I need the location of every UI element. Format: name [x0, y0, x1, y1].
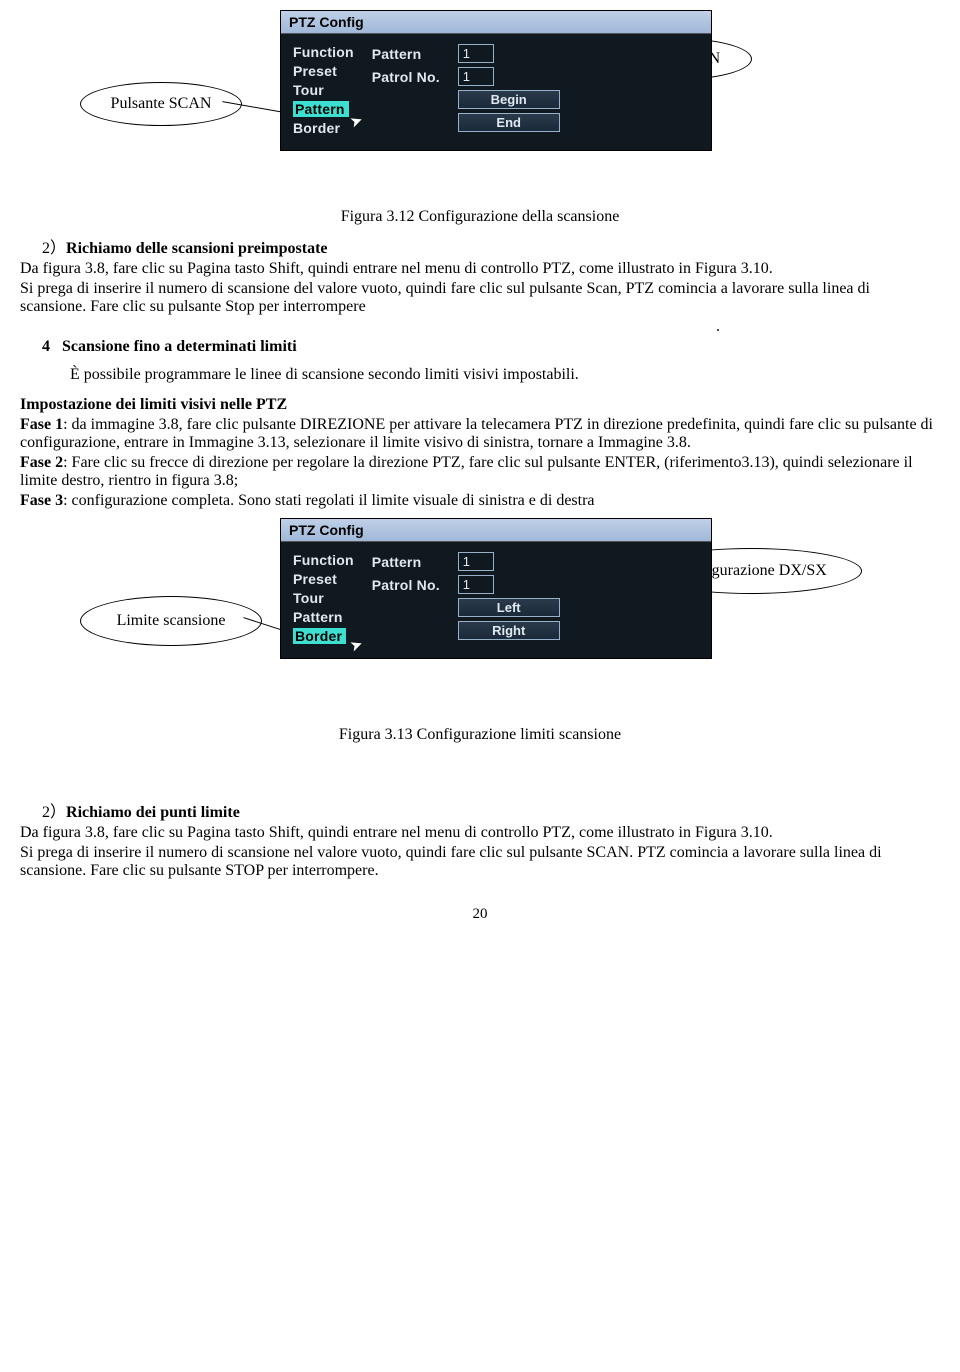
- ptz-row-pattern: Pattern 1: [372, 44, 699, 63]
- ptz-left-col: Function Preset Tour Pattern Border ➤: [293, 44, 354, 136]
- phase-2-label: Fase 2: [20, 454, 63, 471]
- phase-1-label: Fase 1: [20, 416, 63, 433]
- ptz-row-left: Left: [372, 598, 699, 617]
- heading-limits: Impostazione dei limiti visivi nelle PTZ: [20, 396, 940, 414]
- ptz-menu-tour[interactable]: Tour: [293, 82, 354, 98]
- ptz-left-col: Function Preset Tour Pattern Border ➤: [293, 552, 354, 644]
- section-2b-title: Richiamo dei punti limite: [66, 804, 240, 821]
- section-2-num: 2）: [42, 240, 66, 257]
- ptz-menu-preset[interactable]: Preset: [293, 63, 354, 79]
- ptz-field-patrol-label: Patrol No.: [372, 577, 450, 593]
- ptz-body: Function Preset Tour Pattern Border ➤ Pa…: [281, 542, 711, 658]
- ptz-body: Function Preset Tour Pattern Border ➤ Pa…: [281, 34, 711, 150]
- paragraph-2c: .: [20, 318, 720, 336]
- ptz-row-patrol: Patrol No. 1: [372, 67, 699, 86]
- paragraph-bot1: Da figura 3.8, fare clic su Pagina tasto…: [20, 824, 940, 842]
- ptz-field-patrol-value[interactable]: 1: [458, 67, 494, 86]
- ptz-menu-function[interactable]: Function: [293, 552, 354, 568]
- ptz-figure-2: Configurazione DX/SX Limite scansione PT…: [20, 518, 940, 708]
- ptz-field-pattern-value[interactable]: 1: [458, 552, 494, 571]
- section-4-header: 4 Scansione fino a determinati limiti: [42, 338, 940, 356]
- left-button[interactable]: Left: [458, 598, 560, 617]
- figure-caption-1: Figura 3.12 Configurazione della scansio…: [20, 208, 940, 226]
- paragraph-bot2: Si prega di inserire il numero di scansi…: [20, 844, 940, 880]
- callout-limit-text: Limite scansione: [117, 612, 226, 630]
- phase-3-label: Fase 3: [20, 492, 63, 509]
- page-number: 20: [20, 906, 940, 923]
- section-4-num: 4: [42, 338, 50, 355]
- phase-1-para: Fase 1: da immagine 3.8, fare clic pulsa…: [20, 416, 940, 452]
- section-2-header: 2）Richiamo delle scansioni preimpostate: [42, 234, 940, 258]
- ptz-row-patrol: Patrol No. 1: [372, 575, 699, 594]
- section-4-title: Scansione fino a determinati limiti: [62, 338, 297, 355]
- phase-1-text: : da immagine 3.8, fare clic pulsante DI…: [20, 416, 933, 451]
- end-button[interactable]: End: [458, 113, 560, 132]
- cursor-icon: ➤: [347, 634, 365, 655]
- ptz-row-end: End: [372, 113, 699, 132]
- ptz-config-window-2: PTZ Config Function Preset Tour Pattern …: [280, 518, 712, 659]
- ptz-right-col: Pattern 1 Patrol No. 1 Left Right: [372, 552, 699, 644]
- ptz-menu-preset[interactable]: Preset: [293, 571, 354, 587]
- phase-2-para: Fase 2: Fare clic su frecce di direzione…: [20, 454, 940, 490]
- section-2b-num: 2）: [42, 804, 66, 821]
- callout-limit: Limite scansione: [80, 596, 262, 646]
- ptz-field-patrol-label: Patrol No.: [372, 69, 450, 85]
- ptz-field-pattern-value[interactable]: 1: [458, 44, 494, 63]
- ptz-menu-pattern[interactable]: Pattern: [293, 609, 354, 625]
- ptz-right-col: Pattern 1 Patrol No. 1 Begin End: [372, 44, 699, 136]
- ptz-row-right: Right: [372, 621, 699, 640]
- phase-3-text: : configurazione completa. Sono stati re…: [63, 492, 594, 509]
- ptz-menu-pattern[interactable]: Pattern: [293, 101, 349, 117]
- figure-caption-2: Figura 3.13 Configurazione limiti scansi…: [20, 726, 940, 744]
- callout-scan-button: Pulsante SCAN: [80, 82, 242, 126]
- ptz-field-patrol-value[interactable]: 1: [458, 575, 494, 594]
- ptz-titlebar: PTZ Config: [281, 11, 711, 34]
- ptz-menu-border[interactable]: Border: [293, 628, 346, 644]
- phase-3-para: Fase 3: configurazione completa. Sono st…: [20, 492, 940, 510]
- paragraph-4a: È possibile programmare le linee di scan…: [70, 366, 940, 384]
- callout-scan-button-text: Pulsante SCAN: [111, 95, 212, 113]
- ptz-field-pattern-label: Pattern: [372, 554, 450, 570]
- phase-2-text: : Fare clic su frecce di direzione per r…: [20, 454, 913, 489]
- ptz-menu-border[interactable]: Border: [293, 120, 354, 136]
- ptz-figure-1: Valore SCAN Pulsante SCAN PTZ Config Fun…: [20, 10, 940, 190]
- paragraph-2a: Da figura 3.8, fare clic su Pagina tasto…: [20, 260, 940, 278]
- ptz-titlebar: PTZ Config: [281, 519, 711, 542]
- begin-button[interactable]: Begin: [458, 90, 560, 109]
- right-button[interactable]: Right: [458, 621, 560, 640]
- ptz-config-window-1: PTZ Config Function Preset Tour Pattern …: [280, 10, 712, 151]
- paragraph-2b: Si prega di inserire il numero di scansi…: [20, 280, 940, 316]
- section-2-title: Richiamo delle scansioni preimpostate: [66, 240, 327, 257]
- ptz-row-pattern: Pattern 1: [372, 552, 699, 571]
- ptz-menu-function[interactable]: Function: [293, 44, 354, 60]
- section-2b-header: 2）Richiamo dei punti limite: [42, 798, 940, 822]
- ptz-row-begin: Begin: [372, 90, 699, 109]
- ptz-menu-tour[interactable]: Tour: [293, 590, 354, 606]
- ptz-field-pattern-label: Pattern: [372, 46, 450, 62]
